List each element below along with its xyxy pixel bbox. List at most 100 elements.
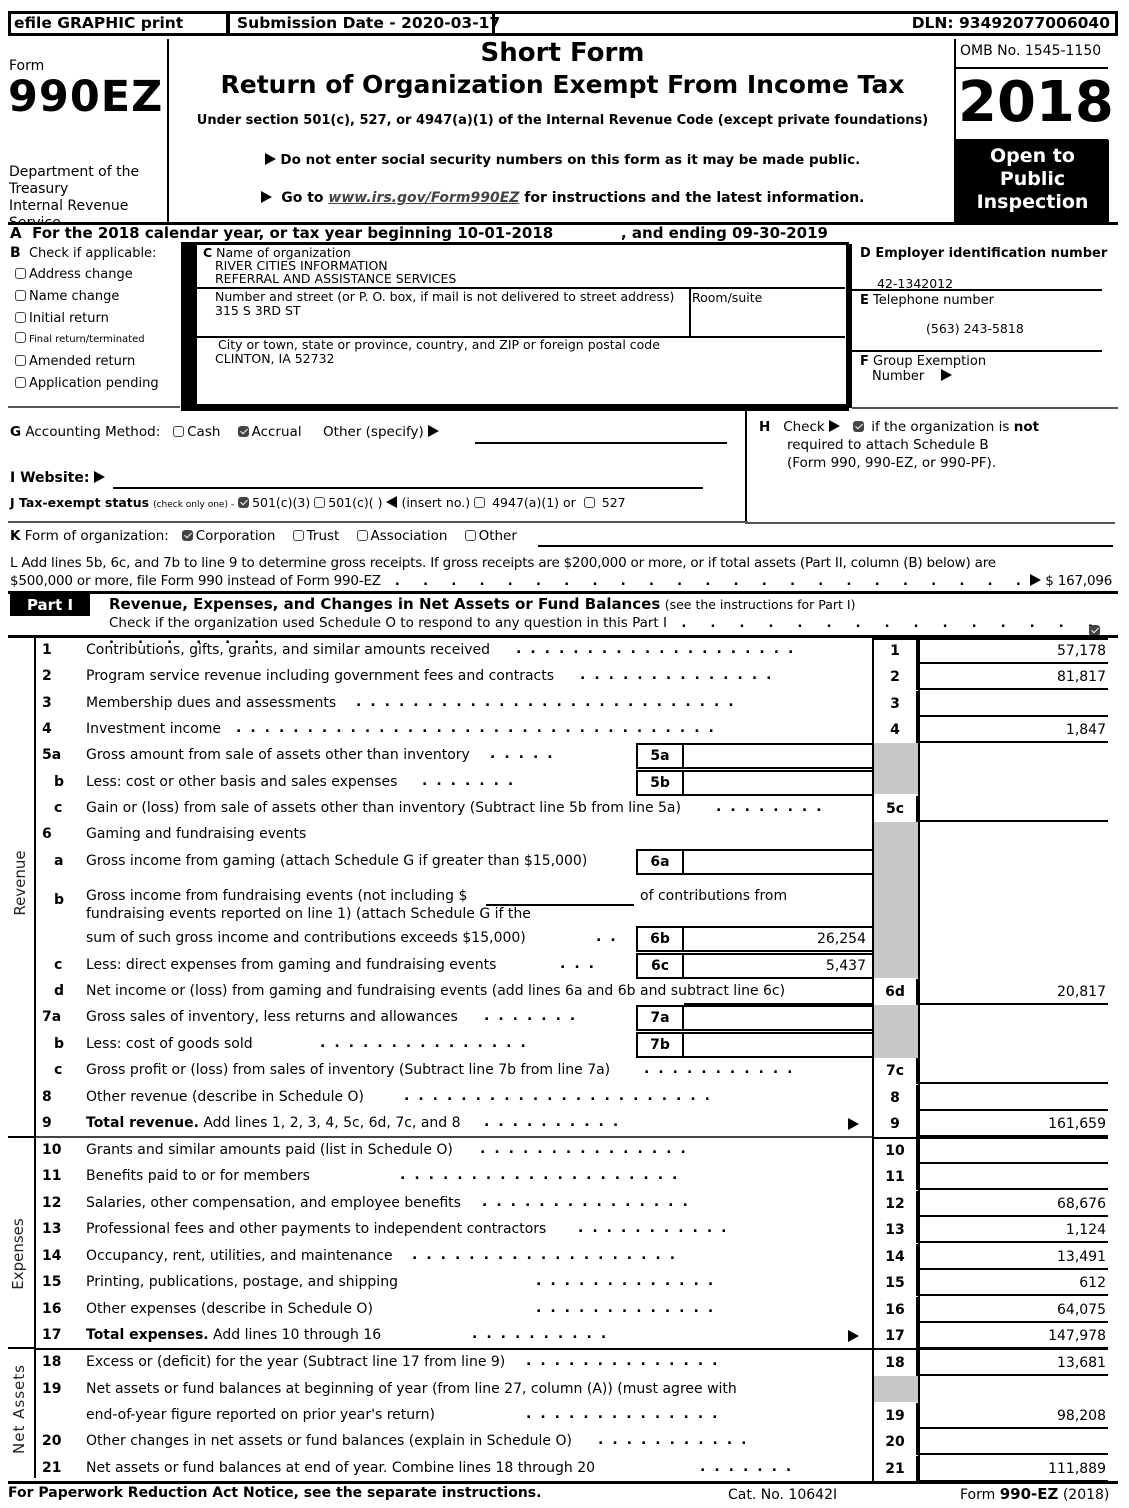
divider <box>36 1136 872 1138</box>
line-amount[interactable]: 147,978 <box>918 1323 1108 1349</box>
divider <box>226 11 230 36</box>
revenue-side-label: Revenue <box>11 850 29 916</box>
line-amount[interactable]: 64,075 <box>918 1297 1108 1323</box>
line-number: 1 <box>42 642 52 658</box>
line-amount[interactable]: 13,681 <box>918 1350 1108 1376</box>
line-amount[interactable]: 612 <box>918 1270 1108 1296</box>
inner-amount[interactable] <box>684 1005 872 1031</box>
line-amount[interactable] <box>918 1058 1108 1084</box>
line-amount[interactable]: 68,676 <box>918 1191 1108 1217</box>
checkbox-checked-icon[interactable] <box>852 421 864 432</box>
line-amount[interactable]: 161,659 <box>918 1111 1108 1137</box>
expenses-side-label: Expenses <box>9 1218 27 1290</box>
line-amount[interactable]: 57,178 <box>918 638 1108 664</box>
irs-link[interactable]: www.irs.gov/Form990EZ <box>328 190 519 206</box>
checkbox-527[interactable]: 527 <box>583 495 626 510</box>
divider <box>36 1348 1108 1350</box>
line-description: end-of-year figure reported on prior yea… <box>86 1407 435 1423</box>
line-amount[interactable]: 98,208 <box>918 1403 1108 1429</box>
line-amount[interactable] <box>918 796 1108 822</box>
checkbox-trust[interactable]: Trust <box>292 528 339 544</box>
tax-exempt-status: J Tax-exempt status (check only one) - 5… <box>10 495 626 510</box>
inner-amount[interactable] <box>684 849 872 875</box>
inner-amount[interactable] <box>684 743 872 769</box>
line-description: Gross amount from sale of assets other t… <box>86 747 470 763</box>
line-amount[interactable]: 1,124 <box>918 1217 1108 1243</box>
line-amount[interactable] <box>918 1138 1108 1164</box>
checkbox-amended-return[interactable]: Amended return <box>15 351 159 373</box>
checkbox-corporation[interactable]: Corporation <box>181 528 275 544</box>
line-amount[interactable] <box>918 691 1108 717</box>
checkbox-icon <box>356 530 368 541</box>
line-box-label: 8 <box>872 1085 918 1111</box>
city-block: City or town, state or province, country… <box>215 337 660 366</box>
checkbox-checked-icon <box>181 530 193 541</box>
line-box-label: 9 <box>872 1111 918 1137</box>
checkbox-initial-return[interactable]: Initial return <box>15 308 159 330</box>
checkbox-address-change[interactable]: Address change <box>15 264 159 286</box>
shaded-cell <box>874 1376 918 1402</box>
line-1: 1 Contributions, gifts, grants, and simil… <box>36 638 1108 664</box>
line-amount[interactable]: 13,491 <box>918 1244 1108 1270</box>
line-amount[interactable]: 1,847 <box>918 717 1108 743</box>
radio-cash[interactable]: Cash <box>173 424 220 440</box>
line-number: 13 <box>42 1221 62 1237</box>
inner-amount[interactable]: 5,437 <box>684 953 872 979</box>
inner-amount[interactable] <box>684 1032 872 1058</box>
divider <box>852 407 1118 409</box>
line-description: Gaming and fundraising events <box>86 826 307 842</box>
checkbox-4947[interactable]: 4947(a)(1) or <box>474 495 576 510</box>
line-amount[interactable] <box>918 1429 1108 1455</box>
other-specify-field[interactable] <box>475 442 727 444</box>
line-description: Total expenses. Add lines 10 through 16 <box>86 1327 382 1343</box>
open-public-inspection: Open to Public Inspection <box>956 140 1109 222</box>
checkbox-application-pending[interactable]: Application pending <box>15 373 159 395</box>
title-short-form: Short Form <box>480 38 645 68</box>
street-value: 315 S 3RD ST <box>215 303 301 318</box>
divider <box>8 406 180 408</box>
arrow-icon <box>848 1330 859 1342</box>
arrow-icon <box>829 420 841 432</box>
checkbox-association[interactable]: Association <box>356 528 447 544</box>
divider <box>684 1003 872 1005</box>
checkbox-501c[interactable]: 501(c)( ) <box>314 495 382 510</box>
checkbox-name-change[interactable]: Name change <box>15 286 159 308</box>
line-7a: 7a Gross sales of inventory, less returns… <box>36 1005 1108 1031</box>
leader-dots: ................... <box>412 1247 685 1263</box>
line-21: 21 Net assets or fund balances at end of … <box>36 1456 1108 1482</box>
other-org-field[interactable] <box>538 545 1113 547</box>
line-description: Gross income from fundraising events (no… <box>86 888 468 904</box>
omb-number: OMB No. 1545-1150 <box>960 43 1102 59</box>
line-amount[interactable] <box>918 1164 1108 1190</box>
line-amount[interactable]: 81,817 <box>918 664 1108 690</box>
line-number: 4 <box>42 721 52 737</box>
accounting-method: G Accounting Method: Cash Accrual Other … <box>10 424 440 440</box>
website-field[interactable] <box>113 487 703 489</box>
ein-title: D Employer identification number <box>860 246 1108 261</box>
radio-accrual[interactable]: Accrual <box>237 424 302 440</box>
arrow-icon <box>428 425 440 437</box>
line-11: 11 Benefits paid to or for members.......… <box>36 1164 1108 1190</box>
line-description: Other changes in net assets or fund bala… <box>86 1433 572 1449</box>
arrow-icon <box>260 191 272 203</box>
divider <box>849 244 852 408</box>
checkbox-501c3[interactable]: 501(c)(3) <box>238 495 310 510</box>
arrow-icon <box>1030 574 1042 586</box>
line-amount[interactable] <box>918 1085 1108 1111</box>
divider <box>8 521 748 523</box>
instructions-notice: Go to www.irs.gov/Form990EZ for instruct… <box>169 190 956 206</box>
line-box-label: 13 <box>872 1217 918 1243</box>
checkbox-other[interactable]: Other <box>464 528 517 544</box>
inner-amount[interactable] <box>684 770 872 796</box>
line-6a: a Gross income from gaming (attach Schedu… <box>36 849 1108 875</box>
divider <box>852 350 1102 352</box>
inner-line-label: 7b <box>636 1032 684 1058</box>
line-amount[interactable]: 20,817 <box>918 979 1108 1005</box>
leader-dots: ..... <box>490 746 562 762</box>
website-label: I Website: <box>10 470 106 486</box>
leader-dots: .............. <box>526 1353 727 1369</box>
checkbox-final-return[interactable]: Final return/terminated <box>15 329 159 351</box>
inner-amount[interactable]: 26,254 <box>684 926 872 952</box>
line-number: 12 <box>42 1195 62 1211</box>
line-amount[interactable]: 111,889 <box>918 1456 1108 1482</box>
